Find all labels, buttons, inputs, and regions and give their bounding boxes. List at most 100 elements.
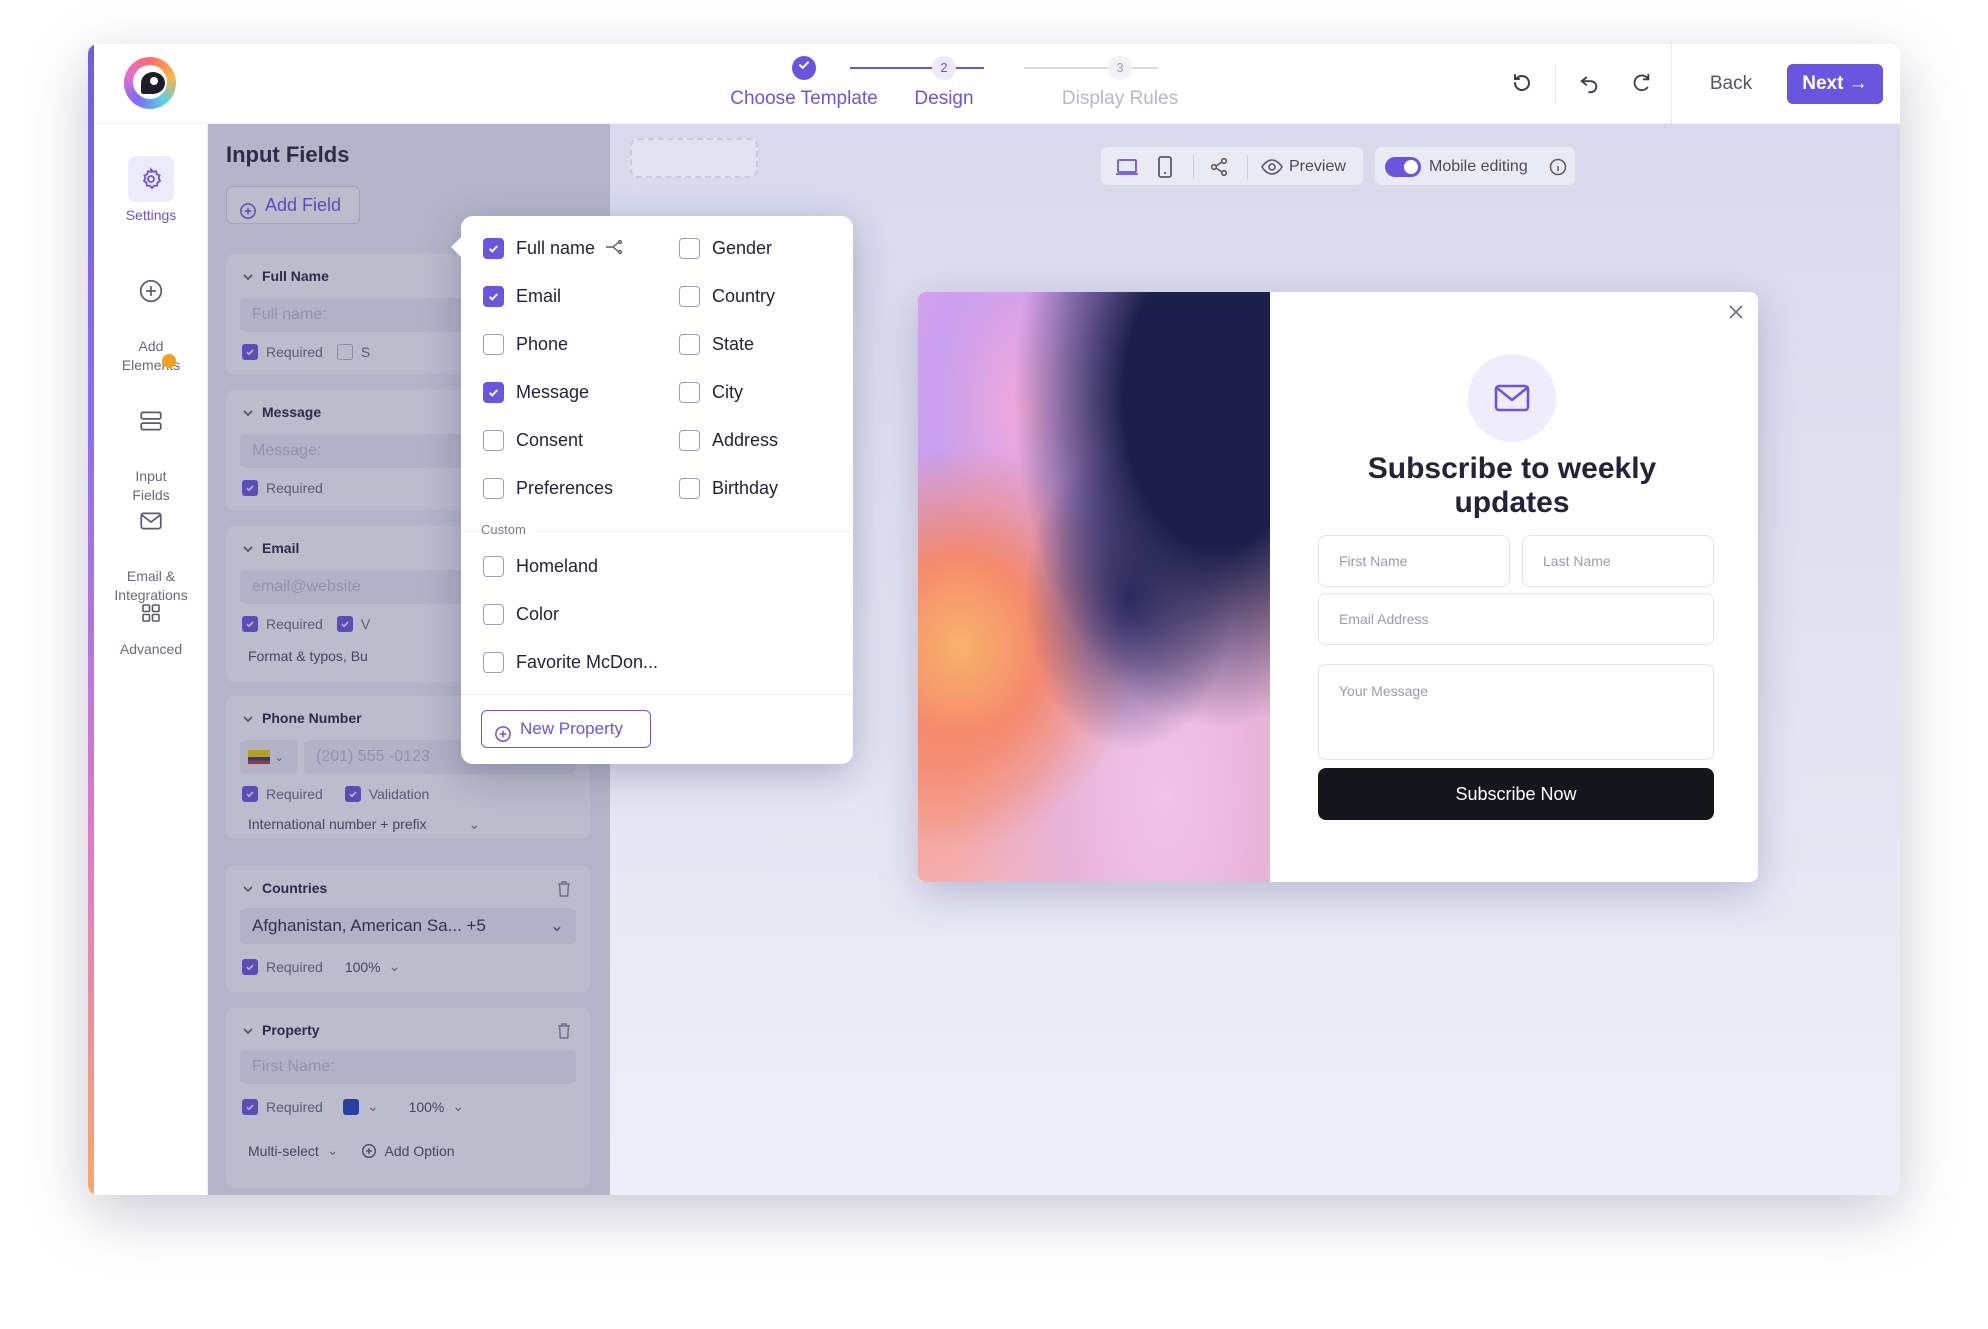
checkbox[interactable] xyxy=(483,478,504,499)
option-label: Full name xyxy=(516,238,596,258)
option-homeland[interactable]: Homeland xyxy=(483,556,598,577)
plus-circle-icon xyxy=(128,268,174,314)
step-display-rules[interactable]: 3 Display Rules xyxy=(1020,56,1220,110)
option-consent[interactable]: Consent xyxy=(483,430,583,451)
option-label: Consent xyxy=(516,430,584,450)
checkbox[interactable] xyxy=(679,334,700,355)
option-address[interactable]: Address xyxy=(679,430,778,451)
checkbox[interactable] xyxy=(483,556,504,577)
preview-button[interactable]: Preview xyxy=(1289,147,1346,187)
checkbox-checked[interactable] xyxy=(483,382,504,403)
divider xyxy=(1193,155,1194,179)
header: Choose Template 2 Design 3 Display Rules… xyxy=(94,44,1900,124)
option-color[interactable]: Color xyxy=(483,604,559,625)
mobile-editing-toggle[interactable] xyxy=(1385,157,1421,177)
option-label: State xyxy=(712,334,755,354)
mobile-editing-toggle-group: Mobile editing xyxy=(1374,146,1576,186)
checkbox[interactable] xyxy=(483,604,504,625)
rail-item-settings[interactable]: Settings xyxy=(94,156,208,225)
email-input[interactable]: Email Address xyxy=(1318,593,1714,645)
option-full-name[interactable]: Full name xyxy=(483,238,623,259)
option-state[interactable]: State xyxy=(679,334,754,355)
checkbox[interactable] xyxy=(483,334,504,355)
check-icon xyxy=(792,56,816,80)
grid-icon xyxy=(128,590,174,636)
step-design[interactable]: 2 Design xyxy=(844,56,1044,110)
option-city[interactable]: City xyxy=(679,382,743,403)
envelope-icon xyxy=(1468,354,1556,442)
option-phone[interactable]: Phone xyxy=(483,334,568,355)
step-number: 2 xyxy=(932,56,956,80)
mobile-editing-label: Mobile editing xyxy=(1429,158,1528,175)
checkbox[interactable] xyxy=(679,478,700,499)
desktop-icon[interactable] xyxy=(1115,157,1139,182)
redo-icon[interactable] xyxy=(1624,66,1658,100)
custom-section-label: Custom xyxy=(481,522,536,537)
undo-icon[interactable] xyxy=(1572,66,1606,100)
checkbox[interactable] xyxy=(679,286,700,307)
first-name-input[interactable]: First Name xyxy=(1318,535,1510,587)
envelope-icon xyxy=(128,498,174,544)
checkbox[interactable] xyxy=(483,430,504,451)
plus-circle-icon xyxy=(494,720,512,755)
option-birthday[interactable]: Birthday xyxy=(679,478,778,499)
fields-icon xyxy=(128,398,174,444)
option-country[interactable]: Country xyxy=(679,286,775,307)
checkbox[interactable] xyxy=(679,238,700,259)
option-label: Favorite McDon... xyxy=(516,652,659,672)
divider xyxy=(461,694,853,695)
share-icon[interactable] xyxy=(1209,157,1229,182)
info-icon[interactable] xyxy=(1549,158,1567,181)
step-label: Display Rules xyxy=(1061,88,1179,109)
option-preferences[interactable]: Preferences xyxy=(483,478,613,499)
left-rail: Settings Add Elements Input Fields Email… xyxy=(94,124,208,1195)
new-property-button[interactable]: New Property xyxy=(481,710,651,748)
gear-icon xyxy=(128,156,174,202)
mobile-icon[interactable] xyxy=(1157,156,1173,183)
option-label: City xyxy=(712,382,743,402)
option-gender[interactable]: Gender xyxy=(679,238,772,259)
device-toolbar: Preview xyxy=(1100,146,1364,186)
subscribe-button[interactable]: Subscribe Now xyxy=(1318,768,1714,820)
option-label: Phone xyxy=(516,334,569,354)
divider xyxy=(1671,44,1672,124)
rail-label: Settings xyxy=(125,207,177,223)
option-label: Color xyxy=(516,604,560,624)
option-favorite-mcdon[interactable]: Favorite McDon... xyxy=(483,652,658,673)
popup-form: Subscribe to weekly updates First Name L… xyxy=(1270,292,1758,882)
option-label: Gender xyxy=(712,238,773,258)
notification-badge xyxy=(162,354,176,368)
reset-icon[interactable] xyxy=(1505,66,1539,100)
option-message[interactable]: Message xyxy=(483,382,589,403)
option-label: Preferences xyxy=(516,478,614,498)
next-button[interactable]: Next → xyxy=(1787,64,1883,104)
app-logo[interactable] xyxy=(124,57,176,109)
gradient-image xyxy=(918,292,1270,882)
message-textarea[interactable]: Your Message xyxy=(1318,664,1714,760)
next-label: Next xyxy=(1802,73,1844,94)
rail-label: Advanced xyxy=(119,641,183,657)
option-label: Birthday xyxy=(712,478,779,498)
logo-eye xyxy=(150,77,158,85)
split-icon xyxy=(605,238,623,259)
option-label: Email xyxy=(516,286,562,306)
arrow-right-icon: → xyxy=(1848,73,1868,94)
last-name-input[interactable]: Last Name xyxy=(1522,535,1714,587)
checkbox[interactable] xyxy=(483,652,504,673)
popup-preview[interactable]: Subscribe to weekly updates First Name L… xyxy=(918,292,1758,882)
option-email[interactable]: Email xyxy=(483,286,561,307)
checkbox[interactable] xyxy=(679,382,700,403)
close-icon[interactable] xyxy=(1728,304,1744,325)
drop-placeholder xyxy=(630,138,758,178)
checkbox-checked[interactable] xyxy=(483,238,504,259)
eye-icon xyxy=(1261,158,1283,181)
rail-item-advanced[interactable]: Advanced xyxy=(94,590,208,659)
step-number: 3 xyxy=(1108,56,1132,80)
stepper: Choose Template 2 Design 3 Display Rules xyxy=(730,44,1354,124)
option-label: Message xyxy=(516,382,590,402)
app-window: Choose Template 2 Design 3 Display Rules… xyxy=(88,44,1900,1195)
checkbox-checked[interactable] xyxy=(483,286,504,307)
checkbox[interactable] xyxy=(679,430,700,451)
back-button[interactable]: Back xyxy=(1696,66,1766,102)
step-label: Design xyxy=(914,88,974,109)
